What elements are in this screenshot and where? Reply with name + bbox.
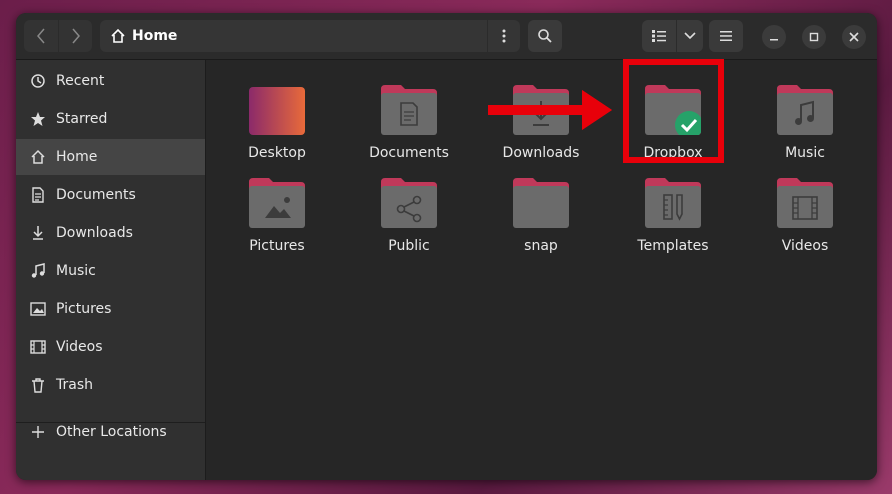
sidebar-item-label: Home	[56, 149, 98, 165]
sidebar-item-downloads[interactable]: Downloads	[16, 215, 205, 251]
sidebar-item-home[interactable]: Home	[16, 139, 205, 175]
picture-icon	[30, 301, 46, 317]
sidebar-item-pictures[interactable]: Pictures	[16, 291, 205, 327]
folder-label: Music	[785, 145, 825, 161]
folder-label: Public	[388, 238, 430, 254]
music-folder-icon	[777, 85, 833, 135]
sidebar-item-other-locations[interactable]: Other Locations	[16, 414, 205, 450]
sidebar-item-starred[interactable]: Starred	[16, 101, 205, 137]
folder-item-templates[interactable]: Templates	[618, 166, 728, 256]
folder-label: Videos	[781, 238, 829, 254]
path-home-button[interactable]: Home	[110, 20, 177, 52]
forward-button[interactable]	[58, 20, 93, 52]
music-icon	[30, 263, 46, 279]
red-highlight-box	[623, 59, 724, 163]
folder-item-videos[interactable]: Videos	[750, 166, 860, 256]
download-icon	[30, 225, 46, 241]
sidebar-item-label: Pictures	[56, 301, 112, 317]
red-arrow-annotation	[488, 90, 612, 130]
view-options-button[interactable]	[677, 20, 703, 52]
trash-icon	[30, 377, 46, 393]
sidebar-item-label: Documents	[56, 187, 136, 203]
sidebar-item-label: Downloads	[56, 225, 133, 241]
sidebar-item-label: Other Locations	[56, 424, 167, 440]
documents-folder-icon	[381, 85, 437, 135]
videos-folder-icon	[777, 178, 833, 228]
search-icon	[538, 29, 552, 43]
home-icon	[30, 149, 46, 165]
sidebar-item-documents[interactable]: Documents	[16, 177, 205, 213]
folder-item-public[interactable]: Public	[354, 166, 464, 256]
folder-label: snap	[524, 238, 558, 254]
video-icon	[30, 339, 46, 355]
sidebar-item-label: Trash	[56, 377, 93, 393]
hamburger-menu-icon	[720, 31, 732, 41]
sidebar-item-label: Recent	[56, 73, 105, 89]
file-manager-window: Home Recent Starred Home Documents Downl…	[16, 13, 877, 480]
document-icon	[30, 187, 46, 203]
chevron-right-icon	[72, 28, 80, 44]
sidebar-item-trash[interactable]: Trash	[16, 367, 205, 403]
close-button[interactable]	[842, 25, 866, 49]
view-list-button[interactable]	[642, 20, 676, 52]
folder-icon	[513, 178, 569, 228]
chevron-down-icon	[684, 32, 696, 40]
minimize-button[interactable]	[762, 25, 786, 49]
minimize-icon	[770, 39, 778, 41]
chevron-left-icon	[37, 28, 45, 44]
folder-item-documents[interactable]: Documents	[354, 73, 464, 163]
folder-label: Templates	[637, 238, 709, 254]
list-view-icon	[652, 30, 666, 42]
sidebar-item-recent[interactable]: Recent	[16, 63, 205, 99]
path-home-label: Home	[132, 28, 178, 44]
kebab-menu-icon	[502, 29, 506, 43]
header-bar: Home	[16, 13, 877, 60]
maximize-icon	[809, 32, 819, 42]
maximize-button[interactable]	[802, 25, 826, 49]
home-icon	[111, 28, 125, 43]
folder-label: Pictures	[249, 238, 305, 254]
folder-item-pictures[interactable]: Pictures	[222, 166, 332, 256]
sidebar-item-music[interactable]: Music	[16, 253, 205, 289]
navigation-buttons	[24, 20, 92, 52]
folder-item-snap[interactable]: snap	[486, 166, 596, 256]
back-button[interactable]	[24, 20, 58, 52]
path-menu-button[interactable]	[487, 20, 520, 52]
templates-folder-icon	[645, 178, 701, 228]
folder-item-music[interactable]: Music	[750, 73, 860, 163]
folder-label: Desktop	[248, 145, 306, 161]
folder-item-desktop[interactable]: Desktop	[222, 73, 332, 163]
main-menu-button[interactable]	[709, 20, 743, 52]
desktop-folder-icon	[249, 87, 305, 135]
sidebar: Recent Starred Home Documents Downloads …	[16, 60, 206, 480]
sidebar-item-label: Starred	[56, 111, 108, 127]
sidebar-item-videos[interactable]: Videos	[16, 329, 205, 365]
close-icon	[849, 32, 859, 42]
sidebar-item-label: Videos	[56, 339, 103, 355]
path-bar[interactable]: Home	[100, 20, 520, 52]
clock-icon	[30, 73, 46, 89]
sidebar-item-label: Music	[56, 263, 96, 279]
public-folder-icon	[381, 178, 437, 228]
search-button[interactable]	[528, 20, 562, 52]
star-icon	[30, 111, 46, 127]
folder-label: Downloads	[502, 145, 580, 161]
pictures-folder-icon	[249, 178, 305, 228]
folder-label: Documents	[369, 145, 449, 161]
plus-icon	[30, 424, 46, 440]
